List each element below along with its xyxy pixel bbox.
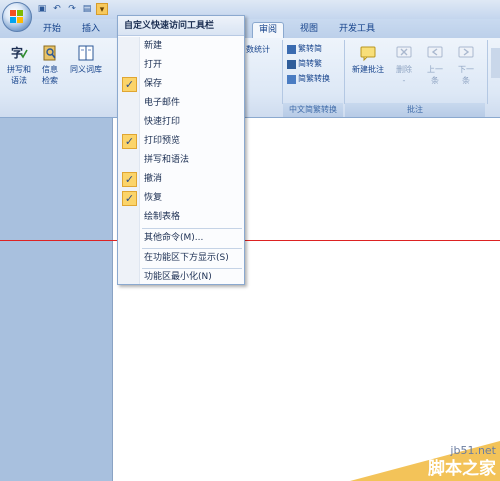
ribbon-overflow-edge: [491, 48, 500, 78]
office-logo-icon: [10, 10, 24, 24]
svg-text:字: 字: [11, 45, 23, 60]
customize-dropdown-icon[interactable]: ▾: [96, 3, 108, 15]
menu-item-label: 恢复: [144, 193, 163, 203]
menu-item-quick-print[interactable]: 快速打印: [119, 114, 243, 131]
checkmark-icon: ✓: [122, 134, 137, 149]
print-preview-icon[interactable]: ▤: [81, 3, 93, 15]
site-watermark: jb51.net 脚本之家: [350, 436, 500, 481]
next-comment-label-1: 下一: [458, 65, 474, 74]
ribbon-panel: 字 拼写和 语法 信息 检索 同义词库 数统计 繁转简 简转繁 简繁转换 中文简…: [0, 38, 500, 118]
red-marker-line: [0, 240, 500, 241]
ribbon-tab-row: 开始 插入 审阅 视图 开发工具: [0, 19, 500, 38]
word-count-button[interactable]: 数统计: [246, 44, 270, 56]
previous-comment-button[interactable]: 上一 条: [422, 44, 448, 86]
menu-item-open[interactable]: 打开: [119, 57, 243, 74]
menu-item-label: 保存: [144, 79, 163, 89]
research-button[interactable]: 信息 检索: [37, 44, 63, 86]
chinese-conversion-label: 简繁转换: [298, 74, 330, 83]
undo-icon[interactable]: ↶: [51, 3, 63, 15]
quick-access-toolbar: ▣ ↶ ↷ ▤ ▾: [36, 3, 108, 16]
menu-separator: [142, 248, 242, 249]
previous-comment-label-1: 上一: [427, 65, 443, 74]
menu-item-undo[interactable]: ✓ 撤消: [119, 171, 243, 188]
thesaurus-book-icon: [78, 45, 94, 61]
watermark-brand: 脚本之家: [428, 459, 496, 479]
delete-comment-label-2: -: [402, 76, 406, 85]
thesaurus-label: 同义词库: [70, 65, 102, 74]
tab-view[interactable]: 视图: [294, 22, 324, 38]
new-comment-button[interactable]: 新建批注: [347, 44, 389, 75]
delete-comment-label-1: 删除: [396, 65, 412, 74]
menu-item-draw-table[interactable]: 绘制表格: [119, 209, 243, 226]
menu-item-label: 绘制表格: [144, 212, 181, 222]
research-book-icon: [43, 45, 56, 61]
simp-to-trad-label: 简转繁: [298, 59, 322, 68]
menu-item-label: 新建: [144, 41, 163, 51]
spelling-grammar-label-1: 拼写和: [7, 65, 31, 74]
group-divider: [282, 40, 283, 104]
menu-item-label: 撤消: [144, 174, 163, 184]
customize-qat-menu: 自定义快速访问工具栏 新建 打开 ✓ 保存 电子邮件 快速打印 ✓ 打印预览 拼写和…: [117, 15, 245, 285]
simp-to-trad-icon: [287, 59, 296, 69]
tab-home[interactable]: 开始: [37, 22, 67, 38]
menu-item-print-preview[interactable]: ✓ 打印预览: [119, 133, 243, 150]
menu-item-label: 功能区最小化(N): [144, 272, 212, 282]
menu-item-label: 其他命令(M)...: [144, 233, 204, 243]
delete-comment-button[interactable]: 删除 -: [391, 44, 417, 86]
group-divider: [487, 40, 488, 104]
save-icon[interactable]: ▣: [36, 3, 48, 15]
menu-item-label: 电子邮件: [144, 98, 181, 108]
menu-separator: [142, 228, 242, 229]
office-button[interactable]: [2, 2, 32, 32]
spelling-grammar-label-2: 语法: [11, 76, 27, 85]
tab-review[interactable]: 审阅: [252, 22, 285, 38]
menu-item-show-below-ribbon[interactable]: 在功能区下方显示(S): [119, 250, 243, 267]
simplified-to-traditional-button[interactable]: 简转繁: [287, 58, 322, 70]
research-label-2: 检索: [42, 76, 58, 85]
tab-developer[interactable]: 开发工具: [333, 22, 381, 38]
menu-title: 自定义快速访问工具栏: [118, 16, 244, 36]
next-comment-label-2: 条: [462, 76, 470, 85]
spelling-grammar-button[interactable]: 字 拼写和 语法: [3, 44, 35, 86]
delete-comment-icon: [396, 46, 412, 58]
group-divider: [344, 40, 345, 104]
chinese-conversion-group-label: 中文简繁转换: [283, 103, 343, 117]
checkmark-icon: ✓: [122, 172, 137, 187]
word-count-label: 数统计: [246, 45, 270, 54]
menu-item-minimize-ribbon[interactable]: 功能区最小化(N): [119, 269, 243, 286]
research-label-1: 信息: [42, 65, 58, 74]
trad-to-simp-icon: [287, 44, 296, 54]
new-comment-icon: [360, 46, 376, 62]
menu-item-new[interactable]: 新建: [119, 38, 243, 55]
menu-item-label: 拼写和语法: [144, 155, 190, 165]
menu-item-label: 打印预览: [144, 136, 181, 146]
redo-icon[interactable]: ↷: [66, 3, 78, 15]
chinese-conversion-button[interactable]: 简繁转换: [287, 73, 330, 85]
thesaurus-button[interactable]: 同义词库: [66, 44, 106, 75]
checkmark-icon: ✓: [122, 77, 137, 92]
menu-item-more-commands[interactable]: 其他命令(M)...: [119, 230, 243, 247]
chinese-conversion-icon: [287, 74, 296, 84]
menu-item-label: 在功能区下方显示(S): [144, 253, 229, 263]
previous-comment-label-2: 条: [431, 76, 439, 85]
menu-item-spelling-grammar[interactable]: 拼写和语法: [119, 152, 243, 169]
next-comment-icon: [458, 46, 474, 58]
previous-comment-icon: [427, 46, 443, 58]
menu-item-email[interactable]: 电子邮件: [119, 95, 243, 112]
traditional-to-simplified-button[interactable]: 繁转简: [287, 43, 322, 55]
menu-item-label: 打开: [144, 60, 163, 70]
checkmark-icon: ✓: [122, 191, 137, 206]
menu-item-label: 快速打印: [144, 117, 181, 127]
next-comment-button[interactable]: 下一 条: [453, 44, 479, 86]
comments-group-label: 批注: [345, 103, 485, 117]
trad-to-simp-label: 繁转简: [298, 44, 322, 53]
menu-item-redo[interactable]: ✓ 恢复: [119, 190, 243, 207]
menu-item-save[interactable]: ✓ 保存: [119, 76, 243, 93]
spell-check-icon: 字: [11, 45, 28, 60]
new-comment-label: 新建批注: [352, 65, 384, 74]
tab-insert[interactable]: 插入: [76, 22, 106, 38]
